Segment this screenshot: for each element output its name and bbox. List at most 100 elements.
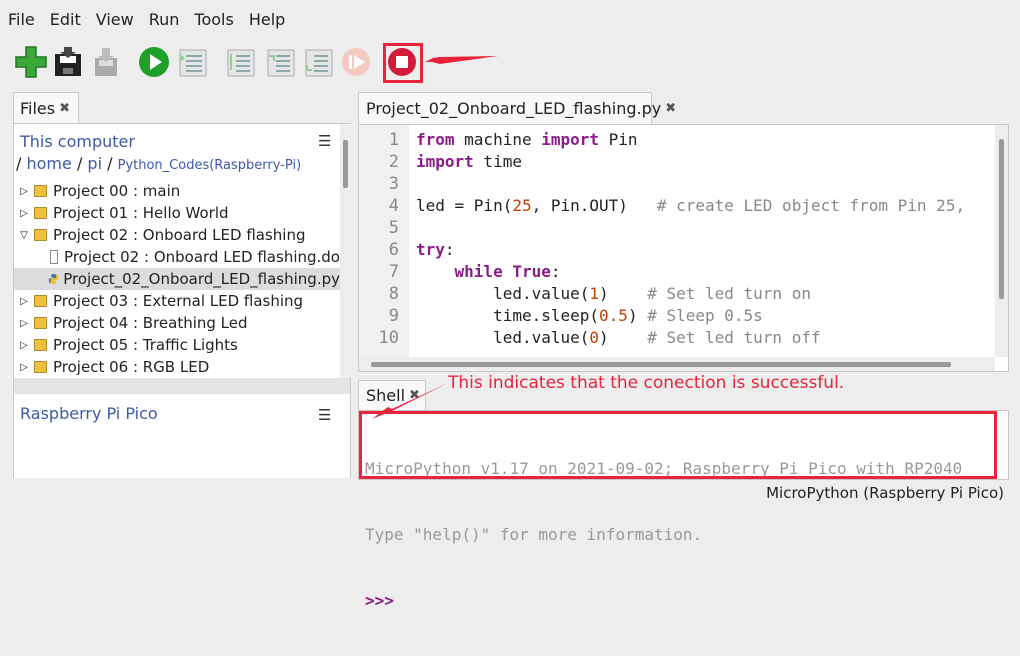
close-icon[interactable]: ✖ [59, 101, 70, 116]
line-number: 7 [388, 262, 399, 282]
code-token: time [473, 152, 522, 171]
code-token: : [550, 262, 561, 281]
folder-icon [34, 229, 47, 241]
tree-item[interactable]: ▷ Project 01 : Hello World [14, 202, 340, 224]
breadcrumb-folder[interactable]: Python_Codes(Raspberry-Pi) [118, 158, 302, 173]
annotation-text: This indicates that the conection is suc… [448, 373, 845, 393]
tab-files[interactable]: Files ✖ [13, 92, 79, 124]
editor-vertical-scrollbar[interactable] [995, 125, 1008, 357]
step-out-icon [305, 49, 333, 77]
collapsed-arrow-icon[interactable]: ▷ [18, 208, 30, 219]
shell-tab-label: Shell [366, 386, 406, 405]
collapsed-arrow-icon[interactable]: ▷ [18, 296, 30, 307]
hamburger-menu-icon[interactable]: ☰ [318, 132, 331, 150]
close-icon[interactable]: ✖ [665, 101, 676, 116]
code-token: machine [454, 130, 542, 149]
code-token: import [541, 130, 600, 149]
code-line: while True: [416, 261, 965, 283]
step-over-button[interactable] [222, 44, 258, 80]
code-token: , Pin.OUT) [531, 196, 657, 215]
tree-item[interactable]: ▷ Project 04 : Breathing Led [14, 312, 340, 334]
tree-item-label: Project 03 : External LED flashing [53, 292, 304, 310]
tree-item-label: Project 06 : RGB LED [53, 358, 210, 376]
step-out-button[interactable] [300, 44, 336, 80]
tree-item-label: Project 05 : Traffic Lights [53, 336, 238, 354]
menu-run[interactable]: Run [149, 10, 180, 29]
line-number: 6 [388, 240, 399, 260]
close-icon[interactable]: ✖ [409, 388, 420, 403]
line-number: 9 [388, 306, 399, 326]
folder-icon [34, 339, 47, 351]
tree-item[interactable]: ▷ Project 05 : Traffic Lights [14, 334, 340, 356]
breadcrumb: / home / pi / Python_Codes(Raspberry-Pi) [16, 154, 301, 173]
menu-bar: File Edit View Run Tools Help [0, 0, 1020, 38]
menu-tools[interactable]: Tools [194, 10, 233, 29]
collapsed-arrow-icon[interactable]: ▷ [18, 340, 30, 351]
line-number: 3 [388, 174, 399, 194]
folder-icon [34, 207, 47, 219]
code-line: try: [416, 239, 965, 261]
hamburger-menu-icon[interactable]: ☰ [318, 406, 331, 424]
shell-prompt[interactable]: >>> [365, 590, 962, 612]
editor-horizontal-scrollbar[interactable] [359, 357, 995, 371]
tree-item[interactable]: ▽ Project 02 : Onboard LED flashing [14, 224, 340, 246]
collapsed-arrow-icon[interactable]: ▷ [18, 318, 30, 329]
tab-editor-file[interactable]: Project_02_Onboard_LED_flashing.py ✖ [358, 92, 676, 124]
resume-icon [342, 48, 370, 76]
tree-item-label: Project 02 : Onboard LED flashing.do [64, 248, 340, 266]
device-label[interactable]: Raspberry Pi Pico [20, 404, 158, 423]
plus-icon [15, 46, 47, 78]
expanded-arrow-icon[interactable]: ▽ [18, 230, 30, 241]
code-token: try [416, 240, 445, 259]
tree-item[interactable]: Project 02 : Onboard LED flashing.do [14, 246, 340, 268]
files-scrollbar[interactable] [340, 124, 351, 378]
tree-item[interactable]: ▷ Project 00 : main [14, 180, 340, 202]
code-token: import [416, 152, 474, 171]
code-token: ) [599, 284, 648, 303]
stop-highlight-box [383, 43, 423, 83]
menu-view[interactable]: View [96, 10, 134, 29]
menu-edit[interactable]: Edit [50, 10, 81, 29]
collapsed-arrow-icon[interactable]: ▷ [18, 362, 30, 373]
menu-file[interactable]: File [8, 10, 35, 29]
line-number: 2 [388, 152, 399, 172]
code-token: True [512, 262, 551, 281]
new-file-button[interactable] [13, 44, 49, 80]
code-line: time.sleep(0.5) # Sleep 0.5s [416, 305, 965, 327]
code-line: led.value(1) # Set led turn on [416, 283, 965, 305]
folder-icon [34, 185, 47, 197]
panel-divider[interactable] [14, 378, 350, 394]
resume-button[interactable] [338, 44, 374, 80]
code-editor[interactable]: 1 2 3 4 5 6 7 8 9 10 from machine import Pin impor… [358, 124, 1009, 372]
breadcrumb-home[interactable]: home [26, 154, 71, 173]
tree-item[interactable]: ▷ Project 06 : RGB LED [14, 356, 340, 378]
line-number: 5 [388, 218, 399, 238]
scrollbar-thumb[interactable] [371, 362, 951, 367]
breadcrumb-pi[interactable]: pi [87, 154, 102, 173]
step-into-button[interactable] [262, 44, 298, 80]
code-token: # create LED object from Pin 25, [656, 196, 966, 215]
tree-item-label: Project_02_Onboard_LED_flashing.py [63, 270, 340, 288]
scrollbar-thumb[interactable] [343, 140, 348, 188]
code-token: 1 [589, 284, 600, 303]
code-area[interactable]: from machine import Pin import time led = … [416, 129, 965, 349]
run-button[interactable] [136, 44, 172, 80]
path-separator: / [76, 154, 83, 173]
save-button[interactable] [50, 44, 86, 80]
tree-item[interactable]: Project_02_Onboard_LED_flashing.py [14, 268, 340, 290]
interpreter-status[interactable]: MicroPython (Raspberry Pi Pico) [766, 484, 1004, 502]
load-button[interactable] [88, 44, 124, 80]
debug-button[interactable] [174, 44, 210, 80]
code-line: led = Pin(25, Pin.OUT) # create LED obje… [416, 195, 965, 217]
folder-icon [34, 361, 47, 373]
code-line: import time [416, 151, 965, 173]
menu-help[interactable]: Help [249, 10, 285, 29]
tab-shell[interactable]: Shell ✖ [358, 380, 426, 410]
tree-item[interactable]: ▷ Project 03 : External LED flashing [14, 290, 340, 312]
scrollbar-thumb[interactable] [999, 139, 1004, 299]
this-computer-label[interactable]: This computer [20, 132, 135, 151]
files-tab-label: Files [20, 99, 56, 118]
collapsed-arrow-icon[interactable]: ▷ [18, 186, 30, 197]
code-token: time.sleep( [493, 306, 600, 325]
